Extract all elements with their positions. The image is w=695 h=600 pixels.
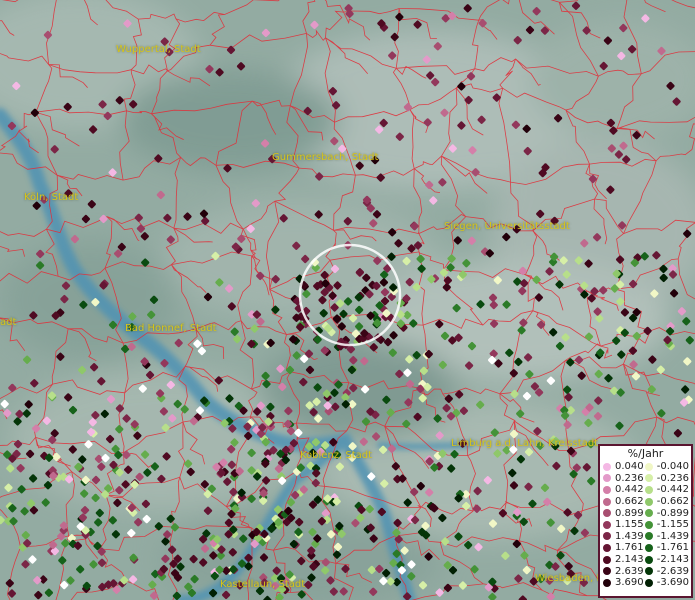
legend-swatch	[603, 555, 611, 564]
legend-swatch	[603, 474, 611, 483]
legend-entry-negative: -0.236	[644, 472, 689, 484]
legend-value: -0.662	[656, 496, 689, 508]
legend-value: -1.439	[656, 530, 689, 542]
city-label-wiesbaden: Wiesbaden, L	[535, 573, 603, 584]
legend-value: 0.040	[615, 461, 644, 473]
legend-value: 0.662	[615, 496, 644, 508]
legend-row: 3.690 -3.690	[603, 577, 689, 589]
legend-swatch	[603, 543, 611, 552]
legend-row: 1.155 -1.155	[603, 519, 689, 531]
legend-value: -1.155	[656, 519, 689, 531]
legend-value: 1.439	[615, 530, 644, 542]
legend-swatch	[644, 520, 653, 529]
legend-swatch	[644, 567, 653, 576]
legend-entry-positive: 0.040	[603, 461, 645, 472]
legend-swatch	[644, 474, 653, 483]
legend-row: 1.439 -1.439	[603, 531, 689, 543]
legend-swatch	[644, 532, 653, 541]
legend-value: 2.143	[615, 554, 644, 566]
legend-rows: 0.040 -0.040 0.236 -0.236 0.442 -0.442 0.662 -0…	[603, 461, 689, 589]
legend-entry-negative: -0.899	[644, 507, 689, 519]
terrain-layer	[0, 0, 695, 600]
legend-entry-positive: 1.761	[603, 542, 645, 553]
legend-swatch	[644, 509, 653, 518]
legend-row: 0.040 -0.040	[603, 461, 689, 473]
legend-row: 0.236 -0.236	[603, 473, 689, 485]
legend-swatch	[603, 532, 611, 541]
legend-entry-positive: 1.155	[603, 519, 645, 530]
legend-entry-negative: -0.662	[644, 496, 689, 508]
legend-row: 2.639 -2.639	[603, 565, 689, 577]
legend-swatch	[644, 578, 653, 587]
legend-swatch	[644, 543, 653, 552]
legend-value: 1.155	[615, 519, 644, 531]
legend-value: -0.236	[656, 472, 689, 484]
legend-entry-positive: 0.236	[603, 473, 645, 484]
legend: %/Jahr 0.040 -0.040 0.236 -0.236 0.442 -0.442…	[598, 444, 693, 598]
legend-entry-negative: -2.143	[644, 554, 689, 566]
legend-value: 2.639	[615, 565, 644, 577]
legend-swatch	[603, 578, 611, 587]
city-label-koeln: Köln, Stadt	[24, 192, 79, 203]
legend-entry-positive: 1.439	[603, 531, 645, 542]
legend-swatch	[644, 485, 653, 494]
legend-value: -1.761	[656, 542, 689, 554]
city-label-kastellaun: Kastellaun, Stadt	[220, 579, 306, 590]
legend-value: -0.899	[656, 507, 689, 519]
legend-value: -3.690	[656, 577, 689, 589]
legend-swatch	[603, 497, 611, 506]
legend-value: -2.639	[656, 565, 689, 577]
legend-row: 2.143 -2.143	[603, 554, 689, 566]
legend-entry-negative: -1.155	[644, 519, 689, 531]
legend-value: 0.899	[615, 507, 644, 519]
legend-swatch	[644, 555, 653, 564]
legend-entry-negative: -1.761	[644, 542, 689, 554]
legend-entry-positive: 2.639	[603, 566, 645, 577]
legend-entry-negative: -3.690	[644, 577, 689, 589]
legend-value: -2.143	[656, 554, 689, 566]
legend-value: -0.040	[656, 461, 689, 473]
map-canvas[interactable]: Wuppertal, Stadt Gummersbach, Stadt Köln…	[0, 0, 695, 600]
city-label-limburg: Limburg a.d. Lahn, Kreisstadt	[451, 438, 599, 449]
legend-value: 3.690	[615, 577, 644, 589]
legend-row: 0.442 -0.442	[603, 484, 689, 496]
city-label-wuppertal: Wuppertal, Stadt	[116, 44, 201, 55]
legend-value: -0.442	[656, 484, 689, 496]
legend-entry-negative: -0.040	[644, 461, 689, 473]
legend-entry-negative: -1.439	[644, 530, 689, 542]
legend-entry-negative: -2.639	[644, 565, 689, 577]
legend-value: 1.761	[615, 542, 644, 554]
legend-value: 0.442	[615, 484, 644, 496]
legend-row: 1.761 -1.761	[603, 542, 689, 554]
legend-swatch	[603, 567, 611, 576]
legend-swatch	[644, 497, 653, 506]
legend-entry-positive: 0.662	[603, 496, 645, 507]
legend-swatch	[603, 462, 611, 471]
legend-title: %/Jahr	[627, 447, 664, 460]
legend-row: 0.662 -0.662	[603, 496, 689, 508]
legend-swatch	[644, 462, 653, 471]
legend-swatch	[603, 520, 611, 529]
legend-entry-positive: 0.899	[603, 508, 645, 519]
city-label-partial-left: adt	[0, 317, 17, 328]
city-label-gummersbach: Gummersbach, Stadt	[272, 152, 379, 163]
city-label-koblenz: Koblenz, Stadt	[300, 450, 373, 461]
legend-entry-positive: 3.690	[603, 577, 645, 588]
legend-entry-positive: 2.143	[603, 554, 645, 565]
legend-swatch	[603, 485, 611, 494]
legend-entry-negative: -0.442	[644, 484, 689, 496]
legend-row: 0.899 -0.899	[603, 507, 689, 519]
legend-value: 0.236	[615, 472, 644, 484]
legend-entry-positive: 0.442	[603, 484, 645, 495]
city-label-siegen: Siegen, Universitätsstadt	[444, 221, 570, 232]
legend-swatch	[603, 509, 611, 518]
city-label-bad-honnef: Bad Honnef, Stadt	[125, 323, 217, 334]
